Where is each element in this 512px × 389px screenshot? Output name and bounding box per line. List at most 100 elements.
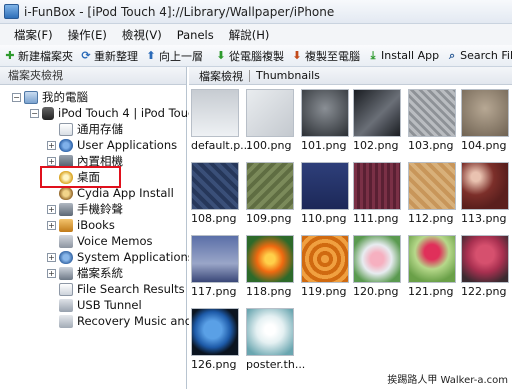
tree-node-ipod[interactable]: − iPod Touch 4 | iPod Touch bbox=[0, 105, 202, 121]
tree-label: 我的電腦 bbox=[42, 90, 88, 104]
tree-label: iBooks bbox=[77, 218, 115, 232]
watermark-text: 挨踢路人甲 Walker-a.com bbox=[387, 371, 508, 386]
tree-node-ibooks[interactable]: + iBooks bbox=[0, 217, 186, 233]
tree-node-recovery[interactable]: Recovery Music and Video bbox=[0, 313, 228, 329]
thumbnail-caption: 104.png bbox=[461, 139, 507, 152]
usb-icon bbox=[59, 298, 73, 312]
thumbnail-caption: 122.png bbox=[461, 285, 507, 298]
toolbar: ✚ 新建檔案夾 ⟳ 重新整理 ⬆ 向上一層 ⬇ 從電腦複製 ⬇ 複製至電腦 ⤓ … bbox=[0, 45, 512, 67]
expand-icon[interactable]: + bbox=[47, 220, 56, 230]
thumbnail-item[interactable]: 113.png bbox=[461, 162, 512, 234]
tree-label: File Search Results bbox=[77, 282, 185, 296]
menu-view[interactable]: 檢視(V) bbox=[122, 27, 162, 43]
app-icon bbox=[4, 4, 19, 19]
tree-node-system-apps[interactable]: + System Applications bbox=[0, 249, 194, 265]
copy-from-pc-label: 從電腦複製 bbox=[229, 49, 284, 63]
wallpaper-thumbnail bbox=[191, 235, 239, 283]
menu-help[interactable]: 解說(H) bbox=[229, 27, 270, 43]
wallpaper-thumbnail bbox=[301, 89, 349, 137]
wallpaper-thumbnail bbox=[408, 235, 456, 283]
install-app-button[interactable]: ⤓ Install App bbox=[367, 49, 440, 62]
tree-node-usb-tunnel[interactable]: USB Tunnel bbox=[0, 297, 186, 313]
refresh-label: 重新整理 bbox=[94, 49, 138, 63]
thumbnail-item[interactable]: 104.png bbox=[461, 89, 512, 161]
search-icon: ⌕ bbox=[449, 48, 456, 62]
tree-label: User Applications bbox=[77, 138, 178, 152]
wallpaper-thumbnail bbox=[301, 235, 349, 283]
wallpaper-thumbnail bbox=[246, 308, 294, 356]
thumbnail-item[interactable]: 122.png bbox=[461, 235, 512, 307]
wallpaper-thumbnail bbox=[353, 162, 401, 210]
wallpaper-thumbnail bbox=[353, 89, 401, 137]
menu-panels[interactable]: Panels bbox=[177, 28, 214, 42]
expand-icon[interactable]: + bbox=[47, 140, 56, 150]
wallpaper-thumbnail bbox=[353, 235, 401, 283]
tree-label: iPod Touch 4 | iPod Touch bbox=[58, 106, 202, 120]
thumbnail-caption: poster.th... bbox=[246, 358, 306, 371]
search-file-button[interactable]: ⌕ Search File bbox=[446, 49, 512, 62]
copy-from-pc-button[interactable]: ⬇ 從電腦複製 bbox=[215, 48, 284, 64]
right-panel-header: 檔案檢視 Thumbnails bbox=[189, 67, 512, 85]
menu-file[interactable]: 檔案(F) bbox=[14, 27, 53, 43]
tree-node-ringtones[interactable]: + 手機鈴聲 bbox=[0, 201, 186, 217]
download-icon: ⬇ bbox=[216, 48, 226, 62]
wallpaper-thumbnail bbox=[246, 162, 294, 210]
folder-tree: − 我的電腦 − iPod Touch 4 | iPod Touch 通用存儲 … bbox=[0, 85, 228, 329]
up-level-button[interactable]: ⬆ 向上一層 bbox=[145, 48, 203, 64]
tree-node-search-results[interactable]: File Search Results bbox=[0, 281, 186, 297]
thumbnail-item[interactable]: poster.th... bbox=[246, 308, 310, 380]
ringtone-icon bbox=[59, 202, 73, 216]
thumbnail-caption: 113.png bbox=[461, 212, 507, 225]
menu-bar: 檔案(F) 操作(E) 檢視(V) Panels 解說(H) bbox=[0, 24, 512, 45]
tab-thumbnails[interactable]: Thumbnails bbox=[256, 69, 320, 82]
search-results-icon bbox=[59, 282, 73, 296]
menu-edit[interactable]: 操作(E) bbox=[68, 27, 107, 43]
wallpaper-thumbnail bbox=[408, 89, 456, 137]
tree-label: System Applications bbox=[77, 250, 194, 264]
recovery-icon bbox=[59, 314, 73, 328]
wallpaper-thumbnail bbox=[191, 89, 239, 137]
tab-file-view[interactable]: 檔案檢視 bbox=[199, 68, 243, 84]
expand-icon[interactable]: + bbox=[47, 252, 56, 262]
user-apps-icon bbox=[59, 138, 73, 152]
new-folder-label: 新建檔案夾 bbox=[18, 49, 73, 63]
cydia-icon bbox=[59, 186, 73, 200]
search-file-label: Search File bbox=[460, 49, 512, 62]
wallpaper-thumbnail bbox=[408, 162, 456, 210]
thumbnail-panel: 檔案檢視 Thumbnails default.p... 100.png 101… bbox=[189, 67, 512, 389]
copy-to-pc-label: 複製至電腦 bbox=[305, 49, 360, 63]
folder-tree-panel: 檔案夾檢視 − 我的電腦 − iPod Touch 4 | iPod Touch… bbox=[0, 67, 228, 389]
copy-to-pc-button[interactable]: ⬇ 複製至電腦 bbox=[291, 48, 360, 64]
folder-view-header: 檔案夾檢視 bbox=[0, 67, 186, 85]
tree-label: USB Tunnel bbox=[77, 298, 142, 312]
highlight-annotation bbox=[40, 166, 121, 188]
system-apps-icon bbox=[59, 250, 73, 264]
tree-node-file-system[interactable]: + 檔案系統 bbox=[0, 265, 186, 281]
wallpaper-thumbnail bbox=[461, 89, 509, 137]
tree-node-storage[interactable]: 通用存儲 bbox=[0, 121, 186, 137]
refresh-button[interactable]: ⟳ 重新整理 bbox=[80, 48, 138, 64]
expand-icon[interactable]: + bbox=[47, 156, 56, 166]
tree-node-voice-memos[interactable]: Voice Memos bbox=[0, 233, 186, 249]
ibooks-icon bbox=[59, 218, 73, 232]
wallpaper-thumbnail bbox=[461, 162, 509, 210]
expand-icon[interactable]: + bbox=[47, 204, 56, 214]
ipod-icon bbox=[42, 106, 54, 120]
collapse-icon[interactable]: − bbox=[12, 92, 21, 102]
wallpaper-thumbnail bbox=[191, 162, 239, 210]
collapse-icon[interactable]: − bbox=[30, 108, 39, 118]
wallpaper-thumbnail bbox=[191, 308, 239, 356]
storage-folder-icon bbox=[59, 122, 73, 136]
tree-node-user-apps[interactable]: + User Applications bbox=[0, 137, 186, 153]
wallpaper-thumbnail bbox=[246, 235, 294, 283]
new-folder-button[interactable]: ✚ 新建檔案夾 bbox=[4, 48, 73, 64]
expand-icon[interactable]: + bbox=[47, 268, 56, 278]
tree-node-my-computer[interactable]: − 我的電腦 bbox=[0, 89, 186, 105]
up-arrow-icon: ⬆ bbox=[146, 48, 156, 62]
plus-icon: ✚ bbox=[5, 48, 15, 62]
voice-memo-icon bbox=[59, 234, 73, 248]
up-level-label: 向上一層 bbox=[159, 49, 203, 63]
install-app-label: Install App bbox=[381, 49, 440, 62]
tree-label: Voice Memos bbox=[77, 234, 153, 248]
tree-label: 手機鈴聲 bbox=[77, 202, 123, 216]
